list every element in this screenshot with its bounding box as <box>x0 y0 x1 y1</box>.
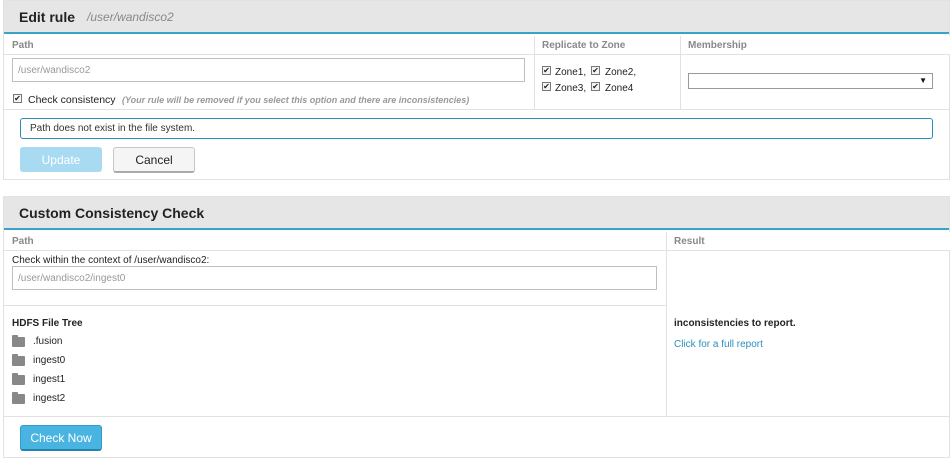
result-column-header: Result <box>666 232 950 251</box>
result-summary: inconsistencies to report. <box>674 318 796 329</box>
row-divider <box>4 109 950 110</box>
tree-item[interactable]: .fusion <box>12 334 63 347</box>
edit-rule-panel: Edit rule /user/wandisco2 Path Replicate… <box>3 0 950 180</box>
consistency-header: Custom Consistency Check <box>4 197 949 230</box>
zone2-checkbox[interactable]: ✔ <box>591 66 600 75</box>
edit-rule-path-subtitle: /user/wandisco2 <box>87 9 174 24</box>
tree-item-label: ingest2 <box>33 393 66 404</box>
zone4-checkbox[interactable]: ✔ <box>591 82 600 91</box>
consistency-panel: Custom Consistency Check Path Result Che… <box>3 196 950 458</box>
column-divider <box>680 36 681 109</box>
membership-column-header: Membership <box>680 36 950 55</box>
zone4-label: Zone4 <box>605 83 634 94</box>
consistency-title: Custom Consistency Check <box>19 204 205 221</box>
check-now-button[interactable]: Check Now <box>20 425 102 451</box>
context-label: Check within the context of /user/wandis… <box>12 255 210 266</box>
full-report-link[interactable]: Click for a full report <box>674 339 763 350</box>
zone2-label: Zone2, <box>605 67 637 78</box>
folder-icon <box>12 334 25 347</box>
consistency-path-column-header: Path <box>4 232 666 251</box>
membership-select[interactable]: ▼ <box>688 73 933 89</box>
consistency-path-input[interactable]: /user/wandisco2/ingest0 <box>12 266 657 290</box>
check-consistency-note: (Your rule will be removed if you select… <box>122 95 470 105</box>
zone3-checkbox[interactable]: ✔ <box>542 82 551 91</box>
check-consistency-checkbox[interactable]: ✔ <box>13 94 22 103</box>
tree-item[interactable]: ingest2 <box>12 391 66 404</box>
tree-item[interactable]: ingest0 <box>12 353 66 366</box>
tree-item-label: .fusion <box>33 336 63 347</box>
column-divider <box>534 36 535 109</box>
path-error-alert: Path does not exist in the file system. <box>20 118 933 139</box>
path-error-message: Path does not exist in the file system. <box>30 123 196 134</box>
row-divider <box>4 305 666 306</box>
tree-item-label: ingest0 <box>33 355 66 366</box>
hdfs-tree-title: HDFS File Tree <box>12 318 83 329</box>
tree-item-label: ingest1 <box>33 374 66 385</box>
folder-icon <box>12 353 25 366</box>
check-consistency-label: Check consistency <box>28 94 116 106</box>
zone3-label: Zone3, <box>555 83 587 94</box>
zone1-checkbox[interactable]: ✔ <box>542 66 551 75</box>
folder-icon <box>12 372 25 385</box>
column-divider <box>666 232 667 416</box>
update-button[interactable]: Update <box>20 147 102 172</box>
zone1-label: Zone1, <box>555 67 587 78</box>
rule-path-input[interactable]: /user/wandisco2 <box>12 58 525 82</box>
folder-icon <box>12 391 25 404</box>
edit-rule-title: Edit rule <box>19 8 76 25</box>
tree-item[interactable]: ingest1 <box>12 372 66 385</box>
replicate-column-header: Replicate to Zone <box>534 36 680 55</box>
path-column-header: Path <box>4 36 534 55</box>
cancel-button[interactable]: Cancel <box>113 147 195 173</box>
row-divider <box>4 416 950 417</box>
chevron-down-icon: ▼ <box>919 76 927 85</box>
edit-rule-header: Edit rule /user/wandisco2 <box>4 1 949 34</box>
